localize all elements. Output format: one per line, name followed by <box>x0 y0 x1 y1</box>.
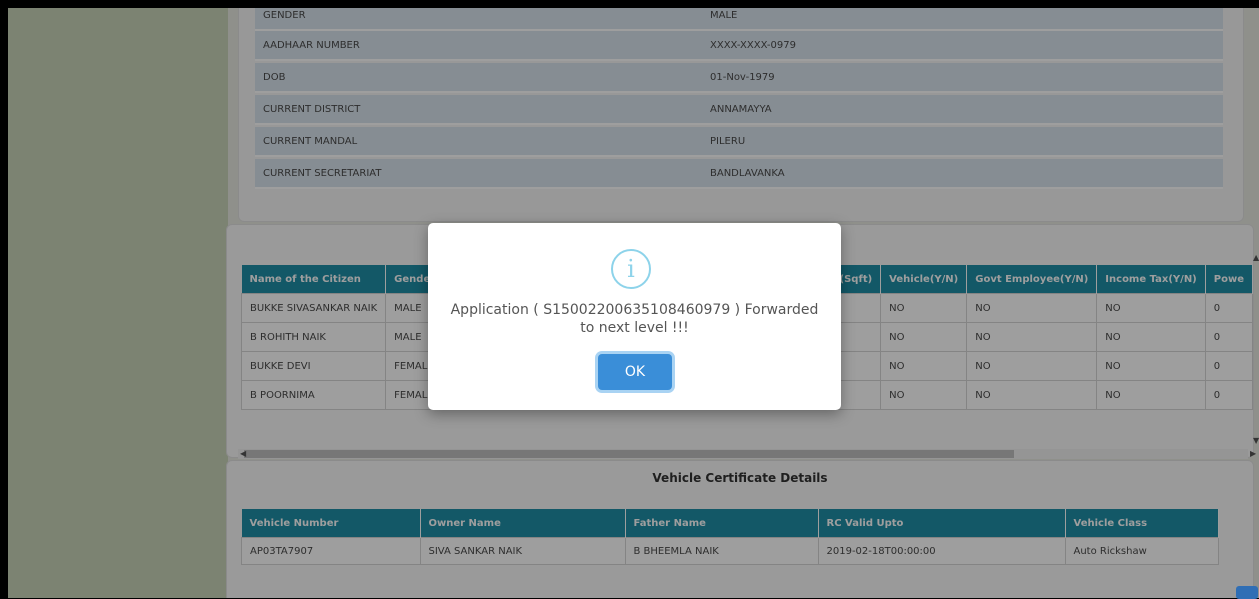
alert-dialog: i Application ( S15002200635108460979 ) … <box>428 223 841 410</box>
ok-button[interactable]: OK <box>598 354 672 390</box>
alert-message: Application ( S15002200635108460979 ) Fo… <box>450 302 819 336</box>
scroll-top-button[interactable] <box>1236 586 1258 599</box>
info-icon: i <box>611 249 651 289</box>
